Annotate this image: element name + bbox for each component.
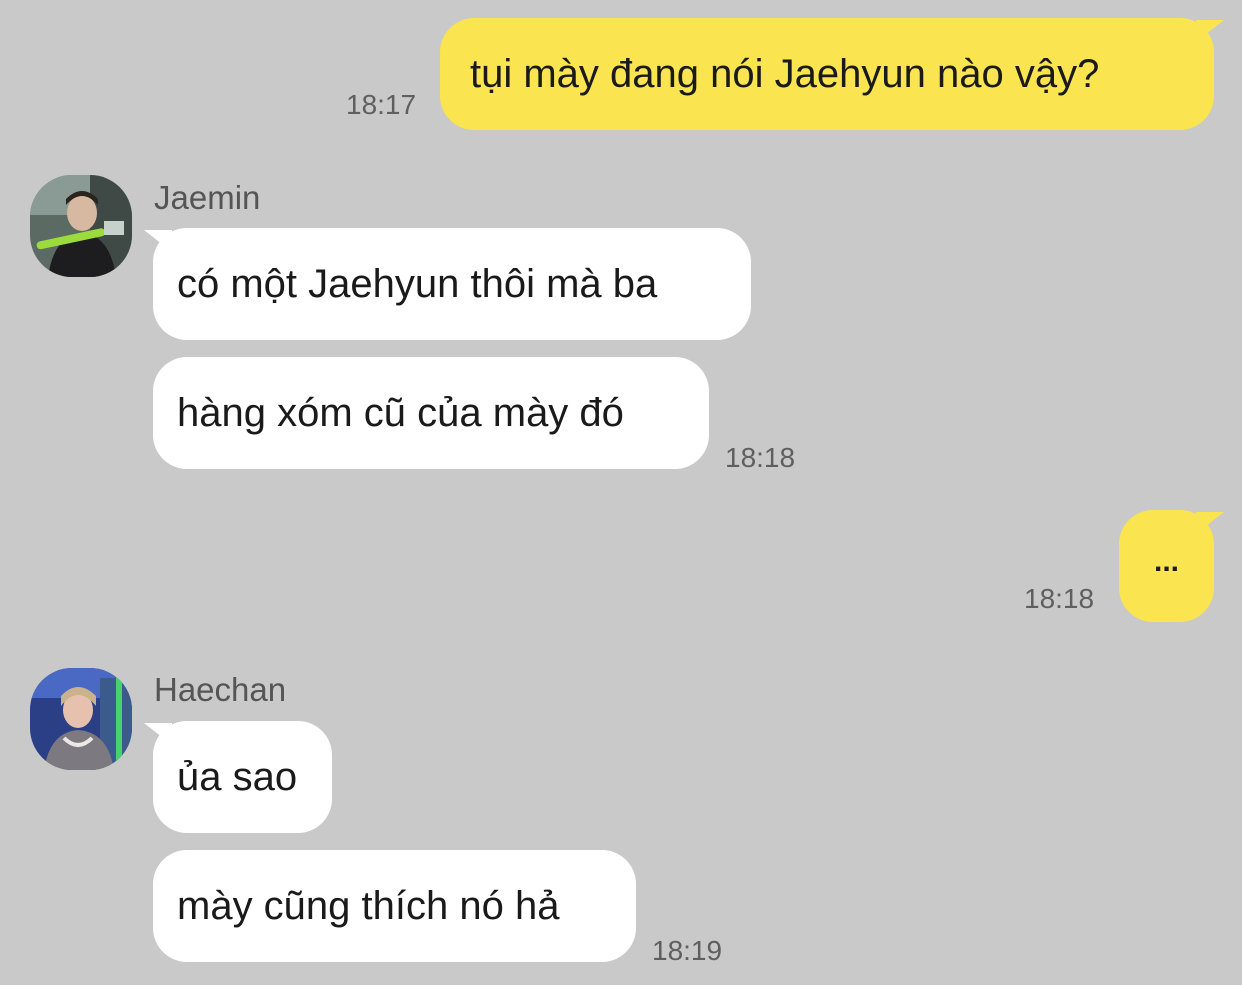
- incoming-message-bubble[interactable]: ủa sao: [153, 721, 332, 833]
- incoming-message-bubble[interactable]: hàng xóm cũ của mày đó: [153, 357, 709, 469]
- bubble-tail: [1196, 20, 1224, 42]
- incoming-message-bubble[interactable]: có một Jaehyun thôi mà ba: [153, 228, 751, 340]
- chat-area: tụi mày đang nói Jaehyun nào vậy? 18:17 …: [0, 0, 1242, 985]
- message-timestamp: 18:18: [1024, 583, 1095, 614]
- message-timestamp: 18:17: [346, 89, 417, 120]
- message-text: ủa sao: [177, 754, 298, 799]
- incoming-message-bubble[interactable]: mày cũng thích nó hả: [153, 850, 636, 962]
- message-text: có một Jaehyun thôi mà ba: [177, 261, 658, 306]
- haechan-avatar[interactable]: [30, 668, 132, 770]
- bubble-tail: [1196, 512, 1224, 534]
- message-text: mày cũng thích nó hả: [177, 883, 560, 928]
- message-timestamp: 18:18: [725, 442, 796, 473]
- jaemin-avatar[interactable]: [30, 175, 132, 277]
- sender-name: Jaemin: [154, 179, 261, 216]
- sender-name: Haechan: [154, 671, 287, 708]
- message-text: hàng xóm cũ của mày đó: [177, 390, 624, 435]
- outgoing-message-bubble[interactable]: tụi mày đang nói Jaehyun nào vậy?: [440, 18, 1214, 130]
- message-text: tụi mày đang nói Jaehyun nào vậy?: [470, 51, 1100, 96]
- message-timestamp: 18:19: [652, 935, 723, 966]
- message-text: ...: [1153, 545, 1179, 578]
